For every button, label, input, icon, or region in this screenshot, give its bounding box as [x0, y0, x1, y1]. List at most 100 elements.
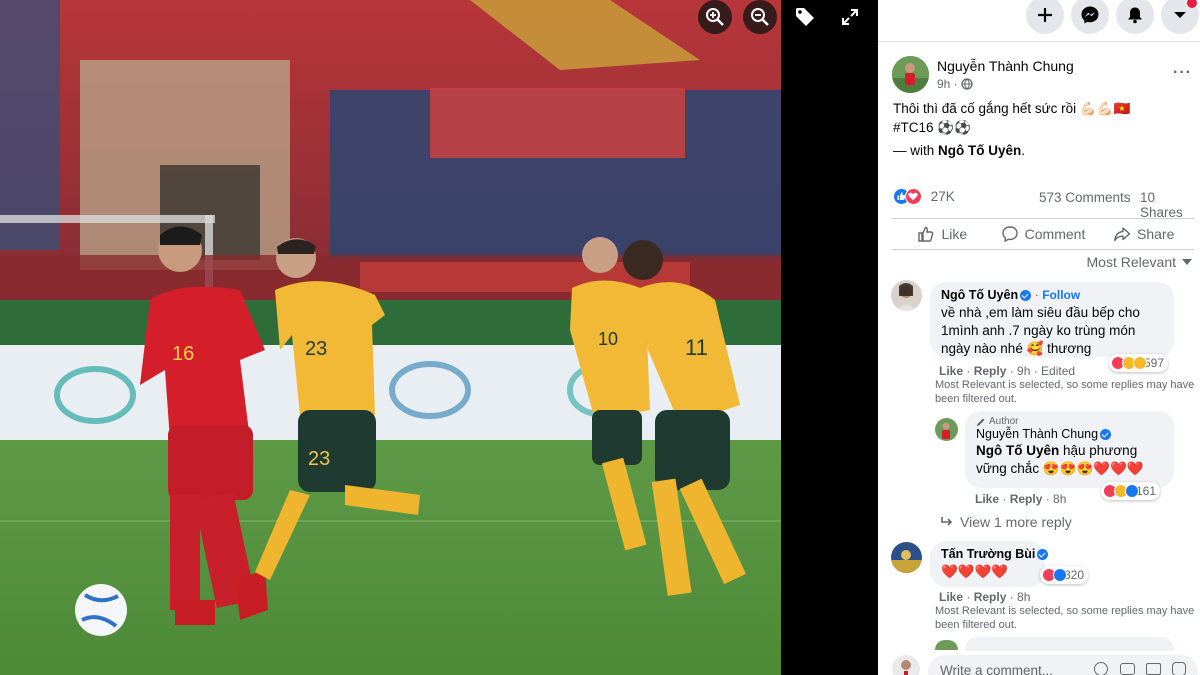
- comment-input[interactable]: Write a comment...: [928, 655, 1198, 675]
- bell-icon: [1128, 7, 1142, 24]
- messenger-button[interactable]: [1071, 0, 1109, 34]
- post-time[interactable]: 9h ·: [937, 77, 958, 91]
- messenger-icon: [1081, 6, 1099, 24]
- zoom-in-icon: [706, 8, 724, 26]
- with-suffix: .: [1021, 143, 1026, 158]
- comment-reply-link[interactable]: Reply: [974, 364, 1007, 378]
- reply-text: Ngô Tố Uyên hậu phương vững chắc 😍😍😍❤️❤️…: [976, 442, 1163, 478]
- reply-meta: · 8h: [1042, 492, 1067, 506]
- comment-author-line: Ngô Tố Uyên · Follow: [941, 288, 1163, 302]
- comment-bubble: Ngô Tố Uyên · Follow về nhà ,em làm siêu…: [930, 282, 1174, 357]
- camera-icon[interactable]: [1120, 663, 1135, 675]
- photo-viewer: 16 23 23 10 11: [0, 0, 878, 675]
- comments-count[interactable]: 573 Comments: [1039, 190, 1131, 205]
- comment-meta: · 9h · Edited: [1006, 364, 1076, 378]
- thumbs-up-icon: [918, 226, 934, 242]
- comment-reactions[interactable]: 320: [1040, 566, 1089, 584]
- comment-reactions[interactable]: 597: [1109, 354, 1169, 372]
- create-button[interactable]: [1026, 0, 1064, 34]
- comment-like-link[interactable]: Like: [939, 590, 963, 604]
- view-more-label: View 1 more reply: [960, 514, 1072, 530]
- reply-mention[interactable]: Ngô Tố Uyên: [976, 443, 1059, 458]
- sort-label: Most Relevant: [1086, 254, 1176, 270]
- comment-text: ❤️❤️❤️❤️: [941, 564, 1009, 579]
- comment-actions: Like · Reply · 9h · Edited: [939, 364, 1076, 378]
- reply-reactions[interactable]: 161: [1101, 482, 1161, 500]
- verified-badge-icon: [1037, 549, 1049, 561]
- share-button[interactable]: Share: [1093, 219, 1194, 249]
- notifications-button[interactable]: [1116, 0, 1154, 34]
- post-meta: 9h ·: [937, 77, 973, 91]
- like-button[interactable]: Like: [892, 219, 993, 249]
- commenter-avatar[interactable]: [891, 280, 922, 311]
- fullscreen-button[interactable]: [833, 0, 867, 34]
- author-avatar[interactable]: [892, 56, 929, 93]
- emoji-icon[interactable]: [1094, 662, 1108, 675]
- next-comment-avatar: [935, 640, 958, 650]
- globe-icon: [961, 78, 973, 90]
- commenter-avatar-image: [891, 542, 922, 573]
- post-header: Nguyễn Thành Chung 9h · ···: [892, 56, 1192, 96]
- author-badge-label: Author: [989, 416, 1019, 427]
- verified-badge-icon: [1020, 290, 1032, 302]
- follow-link[interactable]: Follow: [1042, 288, 1080, 302]
- more-options-icon[interactable]: ···: [1173, 64, 1192, 82]
- comment-meta: · 8h: [1006, 590, 1031, 604]
- zoom-out-button[interactable]: [743, 0, 777, 34]
- reply-reply-link[interactable]: Reply: [1010, 492, 1043, 506]
- my-avatar-image: [892, 655, 920, 675]
- comment-button[interactable]: Comment: [993, 219, 1094, 249]
- svg-text:10: 10: [598, 329, 618, 349]
- comment-sort-dropdown[interactable]: Most Relevant: [1087, 254, 1192, 270]
- comment-like-link[interactable]: Like: [939, 364, 963, 378]
- comment-author[interactable]: Tấn Trường Bùi: [941, 547, 1035, 561]
- sticker-icon[interactable]: [1172, 662, 1186, 675]
- my-avatar[interactable]: [892, 655, 920, 675]
- reply-like-link[interactable]: Like: [975, 492, 999, 506]
- post-photo[interactable]: 16 23 23 10 11: [0, 0, 781, 675]
- comment-text: về nhà ,em làm siêu đầu bếp cho 1mình an…: [941, 305, 1140, 356]
- filter-note: Most Relevant is selected, so some repli…: [935, 605, 1195, 631]
- shares-count[interactable]: 10 Shares: [1140, 190, 1199, 220]
- caret-down-icon: [1174, 12, 1186, 18]
- with-prefix: — with: [893, 143, 939, 158]
- gif-icon[interactable]: [1146, 663, 1161, 675]
- next-comment-bubble: [965, 637, 1174, 651]
- tagged-person[interactable]: Ngô Tố Uyên: [938, 143, 1021, 158]
- reply-author[interactable]: Nguyễn Thành Chung: [976, 427, 1098, 441]
- share-icon: [1114, 227, 1131, 242]
- account-menu-button[interactable]: [1161, 0, 1199, 34]
- reply-actions: Like · Reply · 8h: [975, 492, 1067, 506]
- comment-reply-link[interactable]: Reply: [974, 590, 1007, 604]
- post-hashtag[interactable]: #TC16: [893, 120, 934, 135]
- reactions-summary: 27K 573 Comments 10 Shares: [893, 188, 1199, 220]
- reply-avatar-image: [935, 418, 958, 441]
- reply-bubble: Author Nguyễn Thành Chung Ngô Tố Uyên hậ…: [965, 411, 1174, 488]
- view-more-replies[interactable]: View 1 more reply: [940, 514, 1072, 530]
- author-badge: Author: [976, 416, 1163, 427]
- reply-avatar[interactable]: [935, 418, 958, 441]
- comment-bubble: Tấn Trường Bùi ❤️❤️❤️❤️: [930, 541, 1049, 587]
- comment-placeholder: Write a comment...: [940, 663, 1054, 675]
- comment-author[interactable]: Ngô Tố Uyên: [941, 288, 1018, 302]
- verified-badge-icon: [1100, 429, 1112, 441]
- tag-button[interactable]: [788, 0, 822, 34]
- svg-text:23: 23: [308, 448, 330, 470]
- football-match-photo: 16 23 23 10 11: [0, 0, 781, 675]
- like-reaction-icon: [1125, 484, 1139, 498]
- author-name[interactable]: Nguyễn Thành Chung: [937, 58, 1074, 74]
- name-separator: ·: [1031, 288, 1043, 302]
- zoom-in-button[interactable]: [698, 0, 732, 34]
- commenter-avatar[interactable]: [891, 542, 922, 573]
- write-comment-row: Write a comment...: [892, 652, 1200, 675]
- share-label: Share: [1137, 226, 1175, 242]
- comment-icon: [1001, 226, 1018, 243]
- reaction-count[interactable]: 27K: [931, 189, 955, 204]
- reply-arrow-icon: [941, 517, 953, 526]
- caret-down-icon: [1182, 259, 1192, 265]
- reply-author-line: Nguyễn Thành Chung: [976, 427, 1163, 441]
- comment-actions: Like · Reply · 8h: [939, 590, 1031, 604]
- post-hashtag-emoji: ⚽⚽: [933, 120, 971, 135]
- commenter-avatar-image: [891, 280, 922, 311]
- fullscreen-icon: [842, 9, 858, 25]
